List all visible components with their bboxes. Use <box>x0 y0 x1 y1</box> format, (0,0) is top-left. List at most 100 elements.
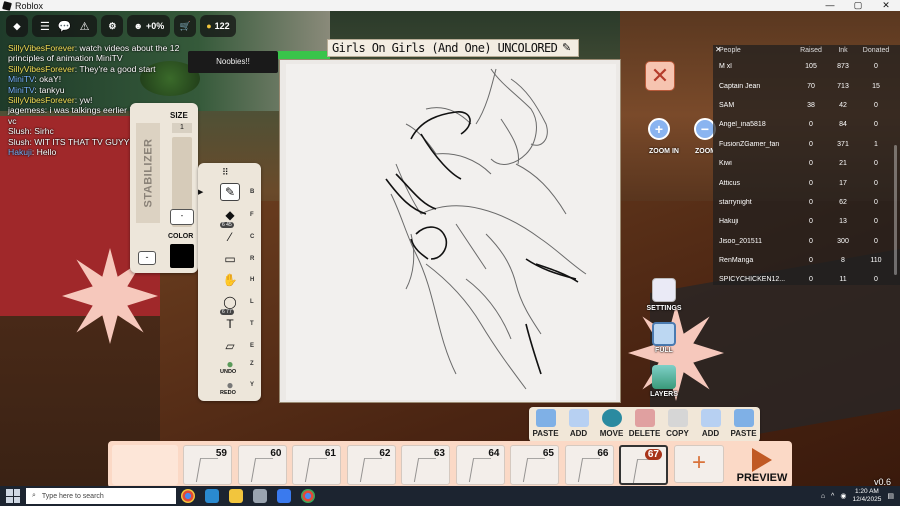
chat-username[interactable]: Slush <box>8 126 30 136</box>
leaderboard-row[interactable]: Atticus 0 17 0 <box>713 173 900 192</box>
leaderboard-header: People Raised Ink Donated <box>713 45 900 57</box>
coins-badge[interactable]: ☻ +0% <box>127 15 171 37</box>
paste-frame-button[interactable]: PASTE <box>727 409 760 438</box>
move-icon <box>601 409 622 427</box>
settings-icon[interactable] <box>652 278 676 302</box>
timeline-frame[interactable]: 64 <box>455 445 505 485</box>
leaderboard-row[interactable]: FusionZGamer_fan 0 371 1 <box>713 135 900 154</box>
shop-button[interactable]: 🛒 <box>174 15 197 37</box>
chat-username[interactable]: Hakuji <box>8 147 32 157</box>
network-icon[interactable]: ⌂ <box>821 493 825 500</box>
chrome-icon-2[interactable] <box>301 489 315 503</box>
leaderboard-cell-raised: 0 <box>809 121 813 129</box>
color-swatch[interactable] <box>170 244 194 268</box>
tool-hand[interactable]: ✋ <box>220 271 240 289</box>
robux-badge[interactable]: ● 122 <box>200 15 236 37</box>
timeline-frame[interactable]: 62 <box>346 445 396 485</box>
add-frame-button[interactable]: ADD <box>562 409 595 438</box>
full-label: FULL <box>655 347 673 354</box>
windows-start-icon[interactable] <box>6 489 20 503</box>
chat-username[interactable]: MiniTV <box>8 74 34 84</box>
file-explorer-icon[interactable] <box>229 489 243 503</box>
rename-icon[interactable]: ✎ <box>562 41 571 54</box>
tool-shape[interactable]: ▭ <box>220 250 240 268</box>
preview-button[interactable]: PREVIEW <box>732 444 792 488</box>
edge-icon[interactable] <box>205 489 219 503</box>
leaderboard-cell-donated: 1 <box>874 140 878 148</box>
chat-text: tankyu <box>36 84 65 95</box>
close-window-button[interactable]: ✕ <box>872 0 900 11</box>
tool-shortcut-key: L <box>250 299 254 305</box>
leaderboard-row[interactable]: SAM 38 42 0 <box>713 96 900 115</box>
notification-icon[interactable]: ▤ <box>887 492 894 500</box>
add-frame-button[interactable]: + <box>674 445 724 483</box>
leaderboard-cell-ink: 21 <box>839 160 847 168</box>
leaderboard-row[interactable]: RenManga 0 8 110 <box>713 251 900 270</box>
timeline-frame[interactable]: 67 <box>619 445 668 485</box>
minus-icon: − <box>700 121 710 137</box>
tool-eraser[interactable]: ▱ <box>220 337 240 355</box>
fullscreen-icon[interactable] <box>652 322 676 346</box>
drawing-canvas[interactable] <box>279 59 621 403</box>
leaderboard-row[interactable]: Hakuji 0 13 0 <box>713 212 900 231</box>
move-frame-button[interactable]: MOVE <box>595 409 628 438</box>
add-frame-button[interactable]: ADD <box>694 409 727 438</box>
zoom-in-button[interactable]: + <box>648 118 670 140</box>
stabilizer-minus-button[interactable]: - <box>138 251 156 265</box>
leaderboard-close-icon[interactable]: ✕ <box>715 45 722 54</box>
tool-color-picker[interactable]: ⁄ <box>220 228 240 246</box>
add-icon <box>700 409 721 427</box>
drag-handle-icon[interactable]: ⠿ <box>222 167 229 178</box>
delete-frame-button[interactable]: DELETE <box>628 409 661 438</box>
chat-message: SillyVibesForever: watch videos about th… <box>8 43 180 64</box>
timeline-frame[interactable]: 65 <box>510 445 559 485</box>
timeline-frame[interactable]: 61 <box>292 445 341 485</box>
close-canvas-button[interactable]: ✕ <box>645 61 675 91</box>
chat-username[interactable]: SillyVibesForever <box>8 95 75 105</box>
leaderboard-cell-ink: 42 <box>839 101 847 109</box>
roblox-taskbar-icon[interactable] <box>277 489 291 503</box>
chat-username[interactable]: SillyVibesForever <box>8 64 75 74</box>
timeline-frame[interactable]: 63 <box>401 445 450 485</box>
timeline-frame[interactable]: 59 <box>183 445 232 485</box>
leaderboard-scrollbar[interactable] <box>894 145 897 275</box>
stabilizer-toggle[interactable]: STABILIZER <box>136 123 160 223</box>
timeline-frame[interactable]: 60 <box>237 445 287 485</box>
chat-username[interactable]: jagemess <box>8 105 45 115</box>
wifi-icon[interactable]: ◉ <box>840 492 846 500</box>
leaderboard-row[interactable]: Kiwi 0 21 0 <box>713 154 900 173</box>
redo-label: REDO <box>220 390 236 396</box>
leaderboard-row[interactable]: M xl 105 873 0 <box>713 57 900 76</box>
leaderboard-row[interactable]: Captain Jean 70 713 15 <box>713 76 900 95</box>
chat-username[interactable]: SillyVibesForever <box>8 43 75 53</box>
settings-gear-button[interactable]: ⚙ <box>101 15 124 37</box>
roblox-menu-button[interactable]: ◆ <box>6 15 28 37</box>
layers-icon[interactable] <box>652 365 676 389</box>
chat-username[interactable]: MiniTV <box>8 85 34 95</box>
brush-icon: ✎ <box>224 185 236 199</box>
timeline-frame[interactable]: 66 <box>564 445 614 485</box>
leaderboard-row[interactable]: Angel_ina5818 0 84 0 <box>713 115 900 134</box>
chat-username[interactable]: Slush <box>8 137 30 147</box>
paste-frame-button[interactable]: PASTE <box>529 409 562 438</box>
copy-frame-button[interactable]: COPY <box>661 409 694 438</box>
window-titlebar: Roblox — ▢ ✕ <box>0 0 900 11</box>
frame-thumbnail <box>413 458 437 482</box>
chat-icon[interactable]: 💬 <box>58 20 72 33</box>
menu-icon[interactable]: ☰ <box>40 20 50 33</box>
tool-text[interactable]: T <box>220 315 240 333</box>
app-icon[interactable] <box>253 489 267 503</box>
taskbar-search[interactable]: ⌕ Type here to search <box>26 488 176 504</box>
taskbar-clock[interactable]: 1:20 AM 12/4/2025 <box>852 488 881 504</box>
size-slider-knob[interactable]: - <box>170 209 194 225</box>
maximize-button[interactable]: ▢ <box>844 0 872 11</box>
leaderboard-row[interactable]: SPICYCHICKEN12... 0 11 0 <box>713 270 900 285</box>
minimize-button[interactable]: — <box>816 0 844 11</box>
tool-brush[interactable]: ✎ <box>220 183 240 201</box>
leaderboard-row[interactable]: Jisoo_201511 0 300 0 <box>713 232 900 251</box>
chrome-icon[interactable] <box>181 489 195 503</box>
chevron-up-icon[interactable]: ^ <box>831 493 834 500</box>
voice-icon[interactable]: ⚠ <box>80 20 90 33</box>
leaderboard-row[interactable]: starrynight 0 62 0 <box>713 193 900 212</box>
leaderboard-cell-name: SAM <box>719 101 735 109</box>
